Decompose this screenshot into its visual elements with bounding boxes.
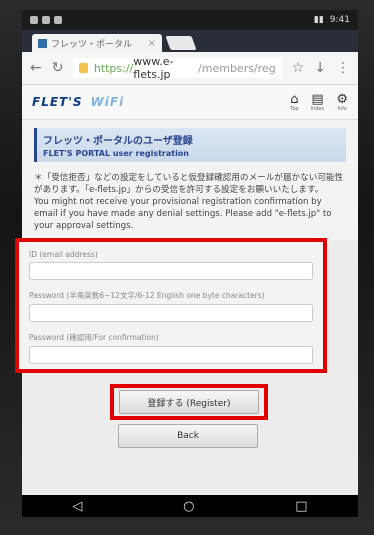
info-label: Info: [337, 105, 347, 112]
url-scheme: https://: [93, 61, 134, 75]
registration-form: ID (email address) Password (半角英数6~12文字/…: [15, 238, 327, 373]
browser-tab[interactable]: フレッツ・ポータル ×: [32, 34, 162, 52]
logo-wifi: WiFi: [90, 95, 125, 109]
url-path: /members/reg: [198, 61, 276, 75]
confirm-field: Password (確認用/For confirmation): [29, 332, 313, 364]
menu-icon[interactable]: ⋮: [336, 60, 350, 76]
close-icon[interactable]: ×: [148, 38, 156, 49]
site-header: FLET'S WiFi ⌂ Top ▤ Index ⚙ Info: [22, 85, 358, 120]
page-title: フレッツ・ポータルのユーザ登録 FLET'S PORTAL user regis…: [34, 128, 346, 162]
id-label: ID (email address): [29, 250, 98, 259]
nav-back-icon[interactable]: ◁: [72, 499, 82, 514]
status-bar: ▮▮ 9:41: [22, 10, 358, 30]
url-host: www.e-flets.jp: [133, 55, 174, 81]
notice-en: You might not receive your provisional r…: [34, 197, 332, 231]
home-icon-button[interactable]: ⌂ Top: [290, 93, 298, 112]
home-label: Top: [290, 105, 299, 112]
back-arrow-icon[interactable]: ←: [30, 60, 42, 76]
reload-icon[interactable]: ↻: [52, 60, 64, 76]
notification-icons: [30, 16, 62, 24]
list-icon: ▤: [311, 91, 324, 107]
register-button[interactable]: 登録する (Register): [119, 390, 259, 414]
favicon-icon: [38, 38, 47, 48]
notification-icon: [42, 16, 50, 24]
lock-icon: [79, 63, 88, 73]
browser-tabstrip: フレッツ・ポータル ×: [22, 30, 358, 52]
password-input[interactable]: [29, 304, 313, 322]
notification-icon: [54, 16, 62, 24]
back-button[interactable]: Back: [118, 424, 258, 448]
gear-icon: ⚙: [336, 91, 348, 107]
id-field: ID (email address): [29, 250, 313, 280]
notification-icon: [30, 16, 38, 24]
index-label: Index: [310, 105, 325, 112]
confirm-password-input[interactable]: [29, 346, 313, 364]
signal-icon: ▮▮: [313, 15, 324, 25]
site-logo[interactable]: FLET'S WiFi: [32, 95, 124, 109]
url-bar[interactable]: https:// www.e-flets.jp /members/reg: [73, 55, 282, 81]
index-icon-button[interactable]: ▤ Index: [311, 93, 325, 112]
download-icon[interactable]: ↓: [314, 60, 326, 76]
confirm-label: Password (確認用/For confirmation): [29, 333, 159, 342]
page-title-en: FLET'S PORTAL user registration: [43, 149, 189, 158]
notice-jp: ＊「受信拒否」などの設定をしていると仮登録確認用のメールが届かない可能性がありま…: [34, 173, 344, 195]
id-input[interactable]: [29, 262, 313, 280]
android-navbar: ◁ ○ □: [22, 495, 358, 517]
new-tab-button[interactable]: [165, 36, 197, 50]
star-icon[interactable]: ☆: [292, 60, 305, 76]
home-icon: ⌂: [290, 91, 299, 107]
password-label: Password (半角英数6~12文字/6-12 English one by…: [29, 291, 265, 300]
nav-recents-icon[interactable]: □: [295, 499, 307, 514]
nav-home-icon[interactable]: ○: [183, 499, 194, 514]
register-highlight: 登録する (Register): [110, 384, 268, 420]
logo-text: FLET'S: [32, 95, 83, 109]
status-time: 9:41: [329, 15, 350, 25]
password-field: Password (半角英数6~12文字/6-12 English one by…: [29, 290, 313, 322]
email-notice: ＊「受信拒否」などの設定をしていると仮登録確認用のメールが届かない可能性がありま…: [34, 172, 346, 232]
page-title-jp: フレッツ・ポータルのユーザ登録: [43, 136, 193, 147]
browser-toolbar: ← ↻ https:// www.e-flets.jp /members/reg…: [22, 52, 358, 85]
info-icon-button[interactable]: ⚙ Info: [336, 93, 348, 112]
page-content: フレッツ・ポータルのユーザ登録 FLET'S PORTAL user regis…: [22, 120, 358, 240]
tab-title: フレッツ・ポータル: [51, 39, 133, 50]
